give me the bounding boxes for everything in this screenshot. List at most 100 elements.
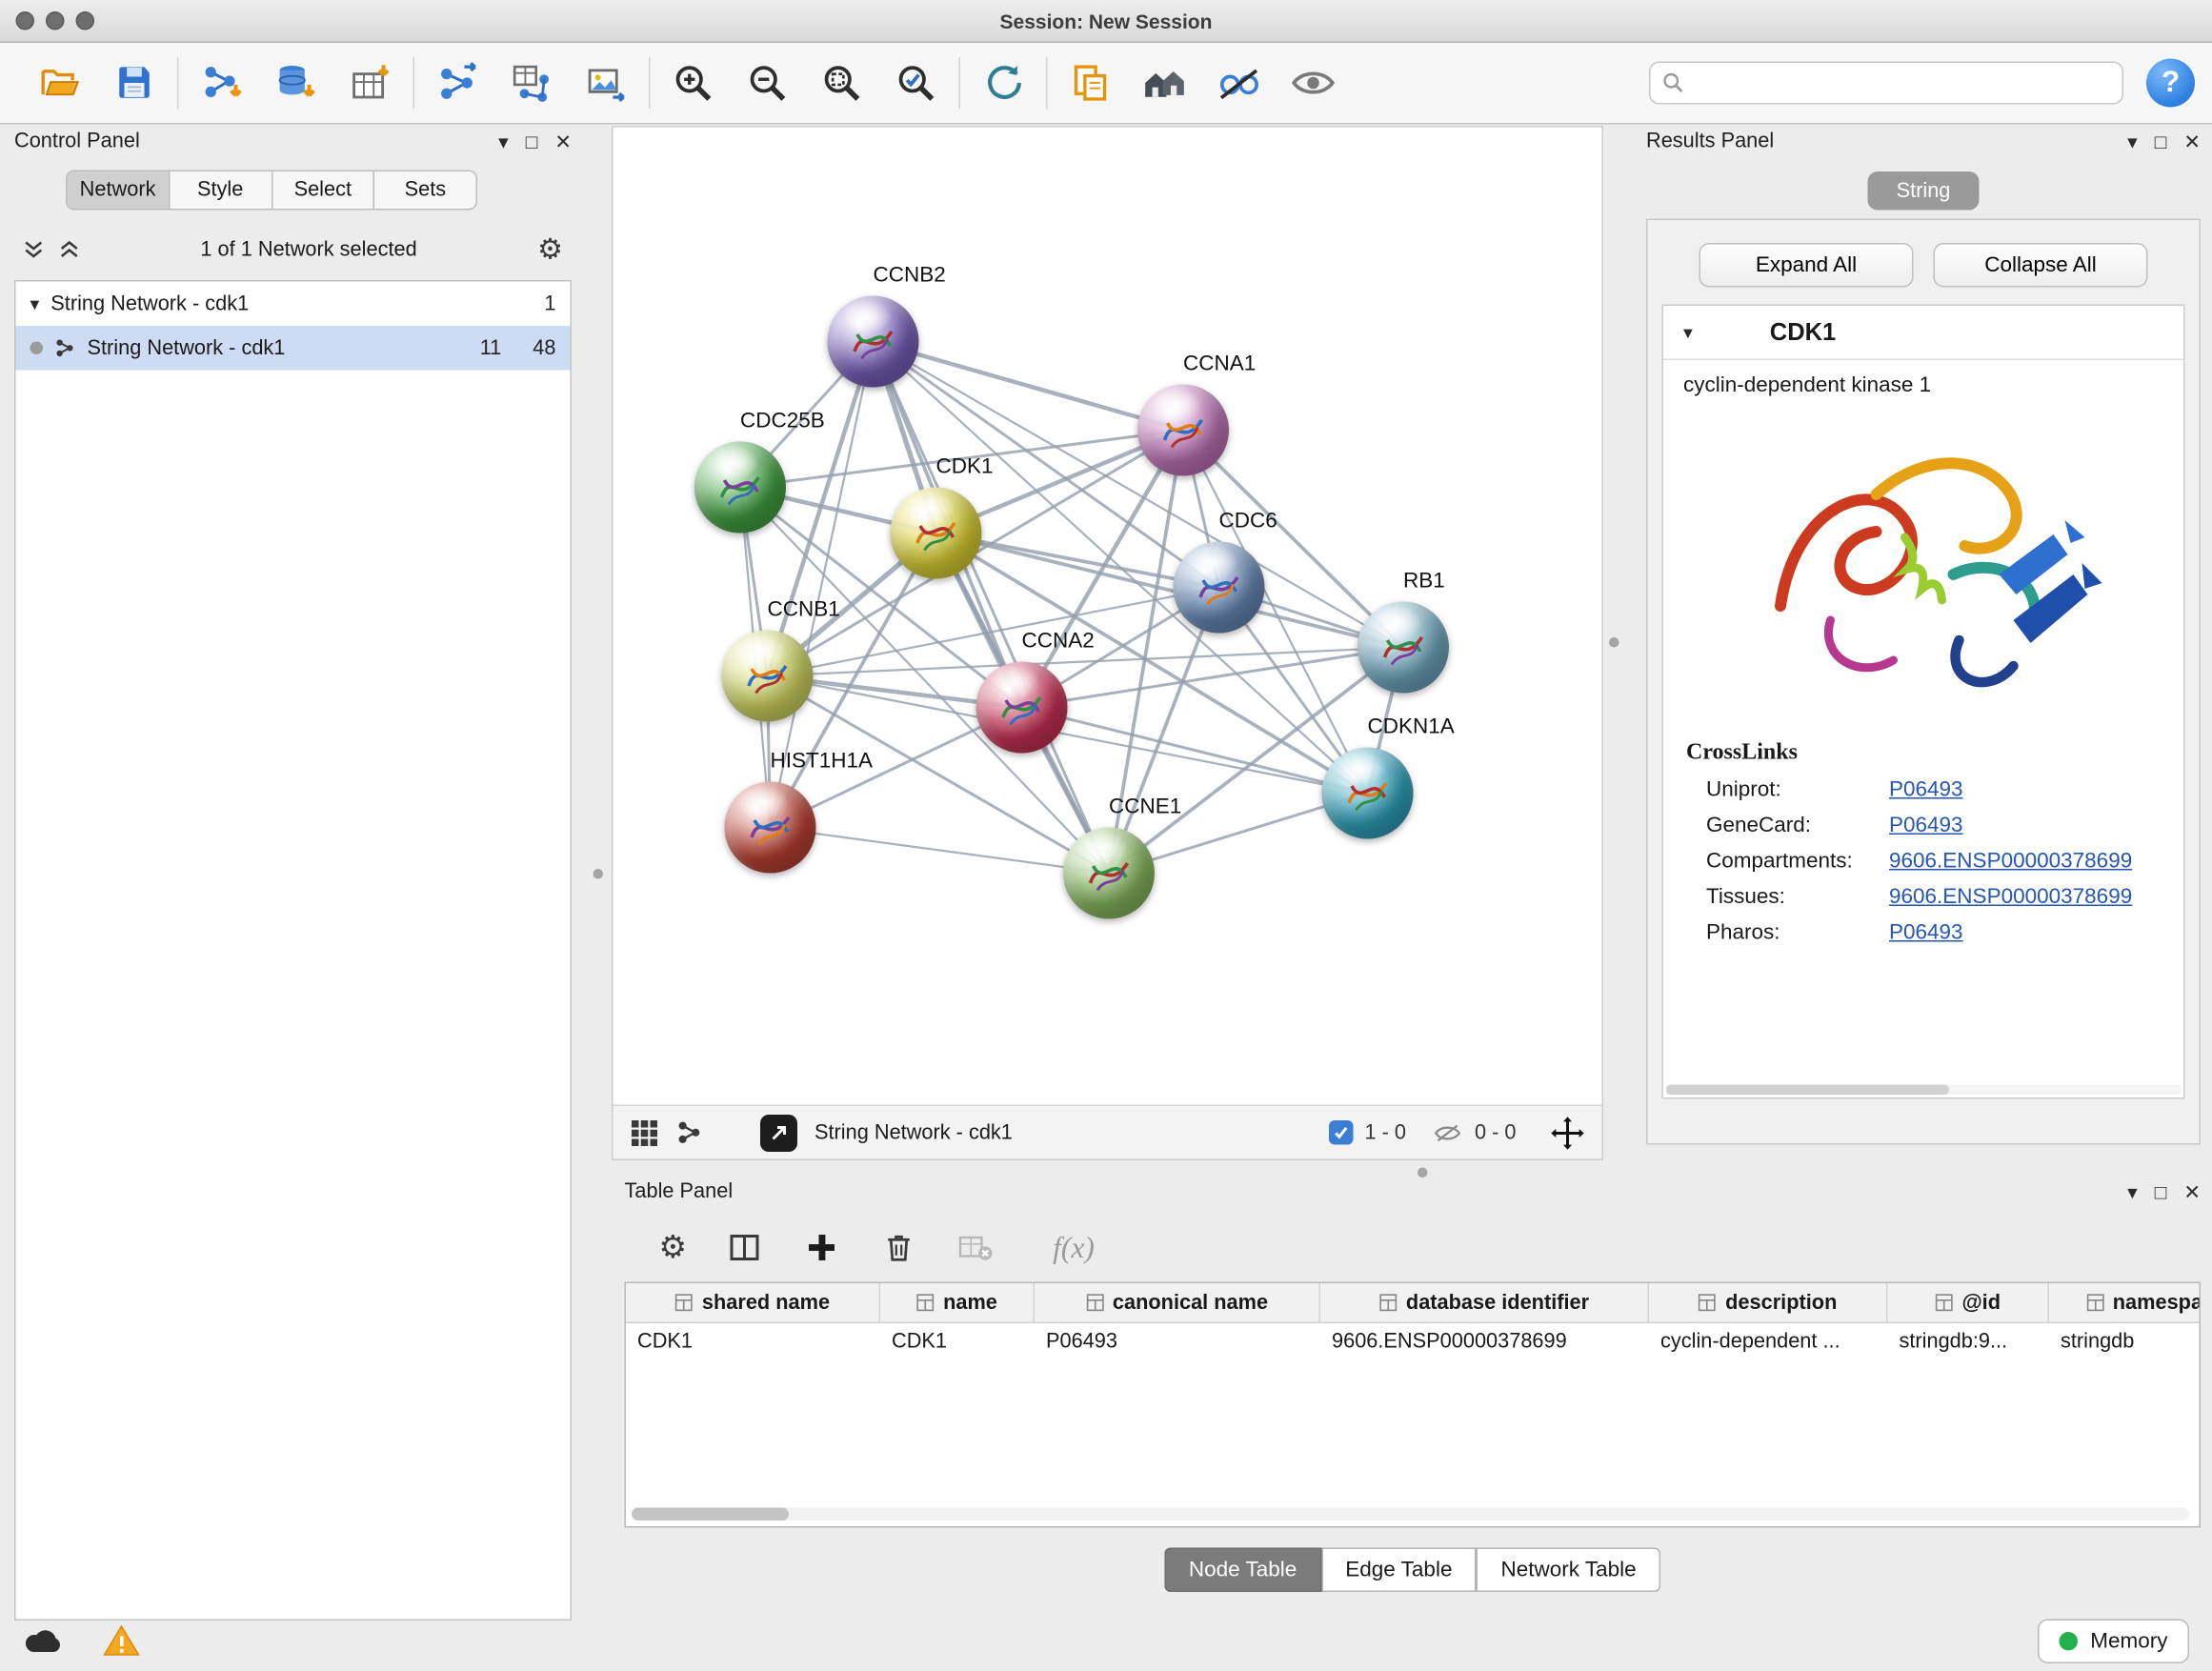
network-overview-icon[interactable]	[676, 1119, 704, 1147]
chevron-down-icon[interactable]: ▾	[30, 292, 40, 315]
close-window-button[interactable]	[16, 11, 35, 30]
network-node-cdkn1a[interactable]	[1322, 748, 1414, 839]
import-network-file-icon[interactable]	[196, 57, 248, 109]
copy-document-icon[interactable]	[1065, 57, 1116, 109]
panel-menu-icon[interactable]: ▾	[2127, 1179, 2138, 1204]
control-panel-tabs: Network Style Select Sets	[66, 171, 477, 211]
tab-style[interactable]: Style	[170, 171, 272, 209]
network-node-ccnb2[interactable]	[828, 296, 919, 388]
warning-icon[interactable]	[103, 1623, 140, 1658]
crosslink-value-link[interactable]: 9606.ENSP00000378699	[1889, 849, 2132, 874]
save-session-icon[interactable]	[109, 57, 160, 109]
results-scrollbar[interactable]	[1666, 1085, 2181, 1096]
collapse-all-button[interactable]: Collapse All	[1934, 243, 2148, 288]
tab-select[interactable]: Select	[272, 171, 375, 209]
expand-all-icon[interactable]	[23, 239, 45, 261]
network-node-ccnb1[interactable]	[722, 631, 814, 722]
tab-network[interactable]: Network	[68, 171, 171, 209]
column-header--id[interactable]: @id	[1888, 1283, 2050, 1322]
selected-checkbox-icon[interactable]	[1329, 1120, 1354, 1145]
tab-string[interactable]: String	[1868, 171, 1980, 211]
tab-node-table[interactable]: Node Table	[1164, 1548, 1320, 1593]
network-from-table-icon[interactable]	[506, 57, 557, 109]
network-canvas[interactable]: CCNB2CCNA1CDC25BCDK1CDC6RB1CCNB1CCNA2CDK…	[613, 128, 1602, 1105]
zoom-in-icon[interactable]	[668, 57, 719, 109]
panel-menu-icon[interactable]: ▾	[498, 130, 509, 154]
function-builder-icon[interactable]: f(x)	[1053, 1230, 1095, 1266]
open-session-icon[interactable]	[34, 57, 86, 109]
hidden-eye-icon[interactable]	[1432, 1119, 1463, 1145]
crosslink-value-link[interactable]: P06493	[1889, 777, 1963, 802]
maximize-icon[interactable]: □	[2155, 131, 2167, 153]
column-header-shared-name[interactable]: shared name	[626, 1283, 880, 1322]
zoom-fit-icon[interactable]	[816, 57, 868, 109]
birds-eye-view-icon[interactable]	[631, 1118, 659, 1147]
import-network-database-icon[interactable]	[271, 57, 322, 109]
expand-all-button[interactable]: Expand All	[1699, 243, 1914, 288]
cloud-icon[interactable]	[23, 1625, 66, 1657]
minimize-window-button[interactable]	[46, 11, 65, 30]
close-icon[interactable]: ✕	[2183, 1179, 2201, 1204]
left-splitter-handle[interactable]	[593, 869, 604, 879]
string-results-box: Expand All Collapse All ▾ CDK1 cyclin-de…	[1646, 219, 2201, 1145]
network-node-ccna1[interactable]	[1137, 385, 1229, 476]
zoom-out-icon[interactable]	[742, 57, 794, 109]
column-header-name[interactable]: name	[880, 1283, 1035, 1322]
gear-icon[interactable]: ⚙	[537, 232, 563, 268]
hide-glasses-icon[interactable]	[1214, 57, 1265, 109]
new-network-icon[interactable]	[432, 57, 483, 109]
crosslink-value-link[interactable]: P06493	[1889, 920, 1963, 945]
panel-menu-icon[interactable]: ▾	[2127, 130, 2138, 154]
right-splitter-handle[interactable]	[1609, 637, 1619, 648]
table-row[interactable]: CDK1CDK1P064939606.ENSP00000378699cyclin…	[626, 1323, 2200, 1363]
edge-count: 48	[533, 336, 555, 359]
zoom-selected-icon[interactable]	[891, 57, 942, 109]
tab-network-table[interactable]: Network Table	[1477, 1548, 1660, 1593]
network-node-cdc6[interactable]	[1174, 542, 1265, 634]
chevron-down-icon[interactable]: ▾	[1683, 321, 1693, 344]
home-networks-icon[interactable]	[1139, 57, 1191, 109]
refresh-layout-icon[interactable]	[977, 57, 1029, 109]
import-table-icon[interactable]	[345, 57, 396, 109]
column-header-database-identifier[interactable]: database identifier	[1320, 1283, 1649, 1322]
crosslink-value-link[interactable]: P06493	[1889, 814, 1963, 838]
network-node-rb1[interactable]	[1357, 602, 1449, 694]
maximize-icon[interactable]: □	[2155, 1180, 2167, 1203]
table-settings-gear-icon[interactable]: ⚙	[659, 1229, 688, 1266]
network-label: String Network - cdk1	[88, 336, 286, 359]
detach-view-icon[interactable]	[760, 1114, 797, 1151]
close-icon[interactable]: ✕	[554, 130, 572, 154]
node-label: CCNE1	[1109, 795, 1181, 819]
network-row[interactable]: String Network - cdk1 11 48	[16, 326, 571, 371]
memory-button[interactable]: Memory	[2038, 1619, 2189, 1663]
network-node-hist1h1a[interactable]	[725, 782, 816, 874]
crosslink-row: Tissues:9606.ENSP00000378699	[1663, 879, 2183, 916]
maximize-icon[interactable]: □	[526, 131, 538, 153]
column-header-canonical-name[interactable]: canonical name	[1035, 1283, 1320, 1322]
zoom-window-button[interactable]	[76, 11, 95, 30]
show-eye-icon[interactable]	[1288, 57, 1339, 109]
network-icon	[54, 337, 76, 359]
column-header-description[interactable]: description	[1649, 1283, 1888, 1322]
help-button[interactable]: ?	[2146, 59, 2195, 108]
network-node-cdk1[interactable]	[891, 488, 982, 579]
show-columns-icon[interactable]	[724, 1228, 764, 1268]
network-collection-row[interactable]: ▾ String Network - cdk1 1	[16, 282, 571, 327]
search-input[interactable]	[1694, 71, 2111, 94]
collapse-all-icon[interactable]	[59, 239, 81, 261]
delete-table-icon[interactable]	[955, 1228, 995, 1268]
tab-edge-table[interactable]: Edge Table	[1321, 1548, 1477, 1593]
network-node-ccna2[interactable]	[976, 662, 1068, 754]
export-image-icon[interactable]	[580, 57, 632, 109]
network-tree: ▾ String Network - cdk1 1 String Network…	[14, 280, 572, 1621]
crosslink-value-link[interactable]: 9606.ENSP00000378699	[1889, 885, 2132, 910]
tab-sets[interactable]: Sets	[374, 171, 475, 209]
add-column-icon[interactable]	[801, 1228, 841, 1268]
network-node-cdc25b[interactable]	[694, 442, 786, 534]
column-header-namespace[interactable]: namespace	[2049, 1283, 2201, 1322]
close-icon[interactable]: ✕	[2183, 130, 2201, 154]
network-node-ccne1[interactable]	[1063, 828, 1155, 919]
delete-column-icon[interactable]	[878, 1228, 918, 1268]
table-horizontal-scrollbar[interactable]	[632, 1508, 2189, 1521]
pan-crosshair-icon[interactable]	[1551, 1116, 1585, 1150]
